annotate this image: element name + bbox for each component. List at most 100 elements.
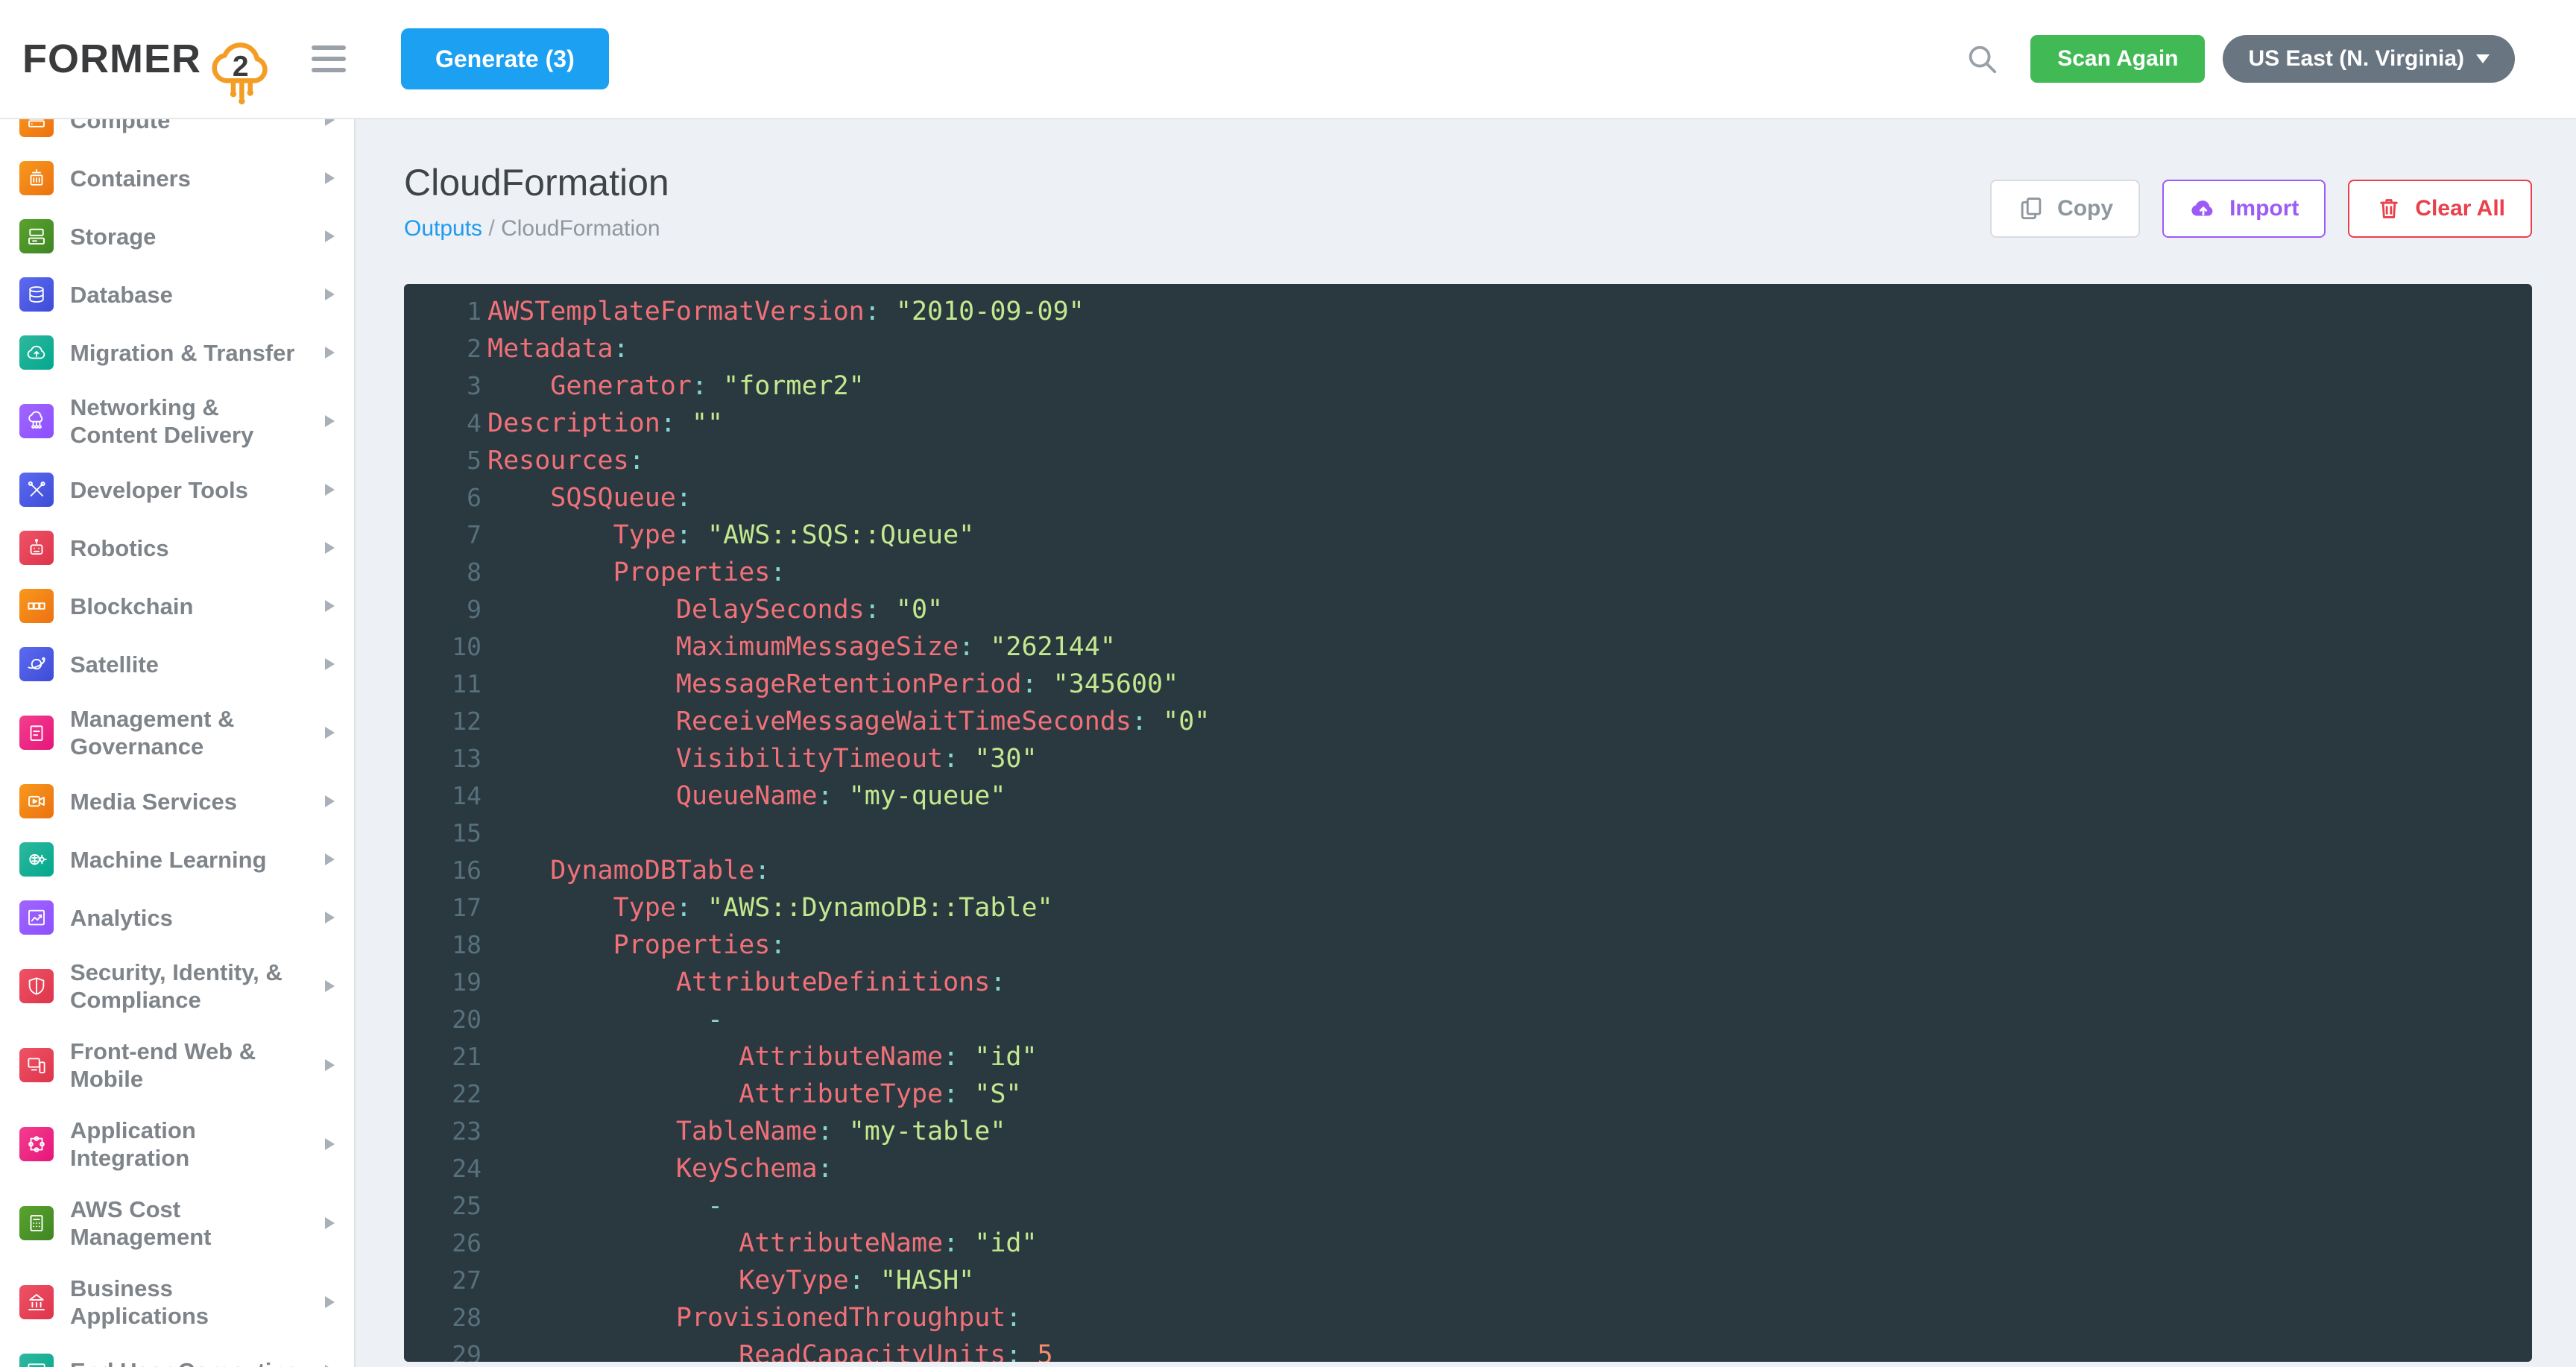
- sidebar-item-machine-learning[interactable]: Machine Learning: [0, 830, 354, 888]
- code-line: 15: [404, 815, 2532, 852]
- code-line: 12 ReceiveMessageWaitTimeSeconds: "0": [404, 703, 2532, 740]
- sidebar-item-analytics[interactable]: Analytics: [0, 888, 354, 947]
- scan-again-button[interactable]: Scan Again: [2030, 35, 2205, 83]
- sidebar-item-application-integration[interactable]: Application Integration: [0, 1105, 354, 1184]
- code-line: 9 DelaySeconds: "0": [404, 591, 2532, 628]
- import-button[interactable]: Import: [2162, 180, 2326, 238]
- line-number: 25: [404, 1187, 482, 1225]
- line-number: 1: [404, 293, 482, 330]
- sidebar-item-compute[interactable]: Compute: [0, 119, 354, 149]
- code-line: 13 VisibilityTimeout: "30": [404, 740, 2532, 777]
- sidebar-item-label: Compute: [70, 119, 319, 134]
- chevron-right-icon: [325, 1138, 335, 1150]
- sidebar-item-end-user-computing[interactable]: End User Computing: [0, 1342, 354, 1367]
- line-number: 15: [404, 815, 482, 852]
- sidebar-item-security-identity-compliance[interactable]: Security, Identity, & Compliance: [0, 947, 354, 1026]
- sidebar-item-label: Security, Identity, & Compliance: [70, 959, 319, 1014]
- menu-hamburger-icon[interactable]: [312, 45, 346, 72]
- line-content: KeyType: "HASH": [487, 1262, 974, 1299]
- code-line: 4 Description: "": [404, 405, 2532, 442]
- line-number: 2: [404, 330, 482, 367]
- services-sidebar[interactable]: Compute Containers Storage Database Migr…: [0, 119, 356, 1367]
- database-icon: [19, 277, 54, 312]
- sidebar-item-media-services[interactable]: Media Services: [0, 772, 354, 830]
- sidebar-item-label: Media Services: [70, 788, 319, 815]
- sidebar-item-database[interactable]: Database: [0, 265, 354, 323]
- search-icon[interactable]: [1965, 42, 1999, 76]
- sidebar-item-label: Storage: [70, 223, 319, 250]
- code-line: 28 ProvisionedThroughput:: [404, 1299, 2532, 1336]
- chevron-right-icon: [325, 172, 335, 184]
- code-line: 5 Resources:: [404, 442, 2532, 479]
- copy-icon: [2017, 195, 2045, 223]
- chevron-right-icon: [325, 1059, 335, 1071]
- main-content: CloudFormation Outputs / CloudFormation …: [357, 119, 2576, 1367]
- logo-text: FORMER: [22, 36, 201, 82]
- code-line: 11 MessageRetentionPeriod: "345600": [404, 666, 2532, 703]
- chevron-right-icon: [325, 288, 335, 300]
- sidebar-item-blockchain[interactable]: Blockchain: [0, 577, 354, 635]
- sidebar-item-networking-content-delivery[interactable]: Networking & Content Delivery: [0, 382, 354, 461]
- sidebar-item-developer-tools[interactable]: Developer Tools: [0, 461, 354, 519]
- line-number: 8: [404, 554, 482, 591]
- sidebar-item-label: Developer Tools: [70, 476, 319, 504]
- sidebar-item-label: Networking & Content Delivery: [70, 394, 319, 449]
- line-content: -: [487, 1001, 723, 1038]
- line-number: 6: [404, 479, 482, 517]
- sidebar-item-management-governance[interactable]: Management & Governance: [0, 693, 354, 772]
- clear-all-button[interactable]: Clear All: [2348, 180, 2532, 238]
- code-line: 17 Type: "AWS::DynamoDB::Table": [404, 889, 2532, 926]
- code-editor[interactable]: 1 AWSTemplateFormatVersion: "2010-09-09"…: [404, 284, 2532, 1362]
- line-number: 5: [404, 442, 482, 479]
- sidebar-item-robotics[interactable]: Robotics: [0, 519, 354, 577]
- former2-logo[interactable]: FORMER 2: [22, 9, 282, 109]
- copy-button[interactable]: Copy: [1990, 180, 2140, 238]
- breadcrumb: Outputs / CloudFormation: [404, 215, 669, 242]
- breadcrumb-outputs-link[interactable]: Outputs: [404, 216, 482, 241]
- chevron-right-icon: [325, 600, 335, 612]
- drive-icon: [19, 219, 54, 253]
- chevron-right-icon: [325, 484, 335, 496]
- region-selector[interactable]: US East (N. Virginia): [2223, 35, 2515, 83]
- line-number: 29: [404, 1336, 482, 1362]
- line-number: 9: [404, 591, 482, 628]
- line-content: MessageRetentionPeriod: "345600": [487, 666, 1178, 703]
- line-content: Description: "": [487, 405, 723, 442]
- sidebar-item-label: Business Applications: [70, 1275, 319, 1330]
- chevron-right-icon: [325, 853, 335, 865]
- sidebar-item-aws-cost-management[interactable]: AWS Cost Management: [0, 1184, 354, 1263]
- sidebar-item-label: Containers: [70, 165, 319, 192]
- code-line: 10 MaximumMessageSize: "262144": [404, 628, 2532, 666]
- sidebar-item-label: End User Computing: [70, 1357, 319, 1367]
- line-content: KeySchema:: [487, 1150, 833, 1187]
- sidebar-item-label: Analytics: [70, 904, 319, 932]
- chevron-right-icon: [325, 658, 335, 670]
- sidebar-item-label: Migration & Transfer: [70, 339, 319, 367]
- sidebar-item-label: Management & Governance: [70, 705, 319, 760]
- sidebar-item-containers[interactable]: Containers: [0, 149, 354, 207]
- line-number: 20: [404, 1001, 482, 1038]
- brain-icon: [19, 842, 54, 877]
- line-number: 23: [404, 1113, 482, 1150]
- sidebar-item-front-end-web-mobile[interactable]: Front-end Web & Mobile: [0, 1026, 354, 1105]
- sidebar-item-label: Application Integration: [70, 1117, 319, 1172]
- cloud-network-icon: [19, 404, 54, 438]
- sidebar-item-storage[interactable]: Storage: [0, 207, 354, 265]
- line-number: 24: [404, 1150, 482, 1187]
- code-line: 20 -: [404, 1001, 2532, 1038]
- line-content: Generator: "former2": [487, 367, 865, 405]
- line-number: 13: [404, 740, 482, 777]
- line-number: 27: [404, 1262, 482, 1299]
- sidebar-item-business-applications[interactable]: Business Applications: [0, 1263, 354, 1342]
- sidebar-item-satellite[interactable]: Satellite: [0, 635, 354, 693]
- generate-button[interactable]: Generate (3): [401, 28, 609, 89]
- sidebar-item-migration-transfer[interactable]: Migration & Transfer: [0, 323, 354, 382]
- line-number: 26: [404, 1225, 482, 1262]
- monitor-icon: [19, 1354, 54, 1367]
- line-number: 21: [404, 1038, 482, 1076]
- chevron-right-icon: [325, 119, 335, 126]
- sidebar-item-label: Robotics: [70, 534, 319, 562]
- line-content: Type: "AWS::SQS::Queue": [487, 517, 974, 554]
- line-number: 19: [404, 964, 482, 1001]
- line-number: 28: [404, 1299, 482, 1336]
